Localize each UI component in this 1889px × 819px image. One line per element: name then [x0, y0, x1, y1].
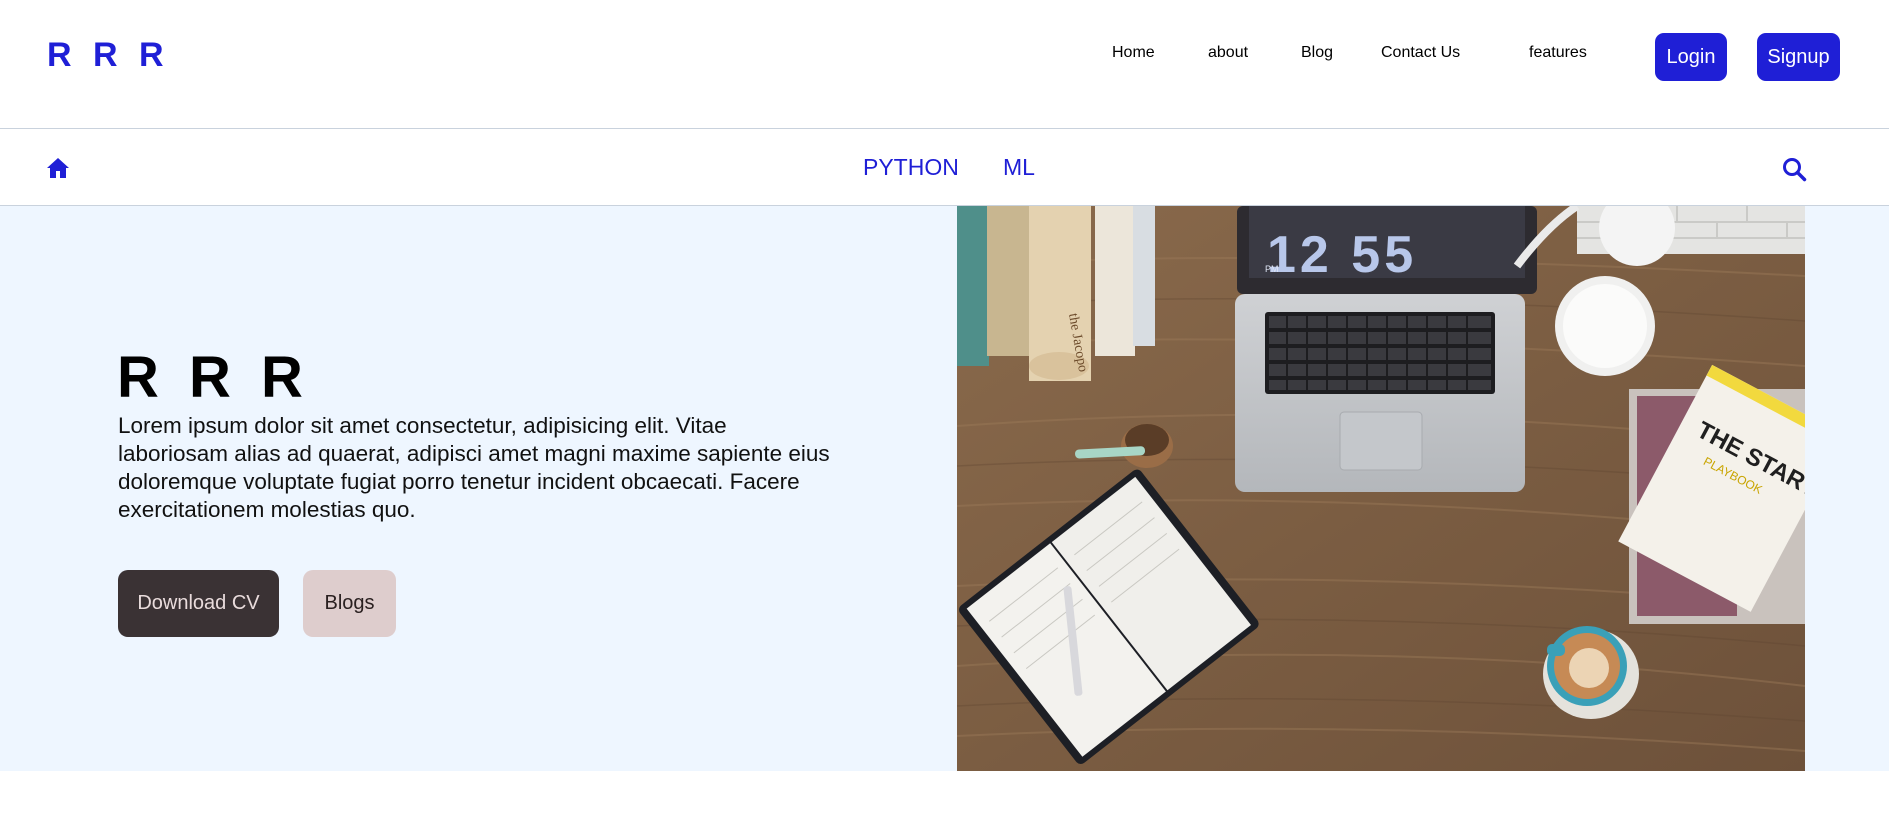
signup-button[interactable]: Signup	[1757, 33, 1840, 81]
top-navbar: R R R Home about Blog Contact Us feature…	[0, 0, 1889, 129]
nav-contact-link[interactable]: Contact Us	[1381, 44, 1460, 62]
nav-blog-link[interactable]: Blog	[1301, 44, 1333, 62]
nav-home-link[interactable]: Home	[1112, 44, 1155, 62]
category-ml-link[interactable]: ML	[1003, 154, 1035, 181]
hero-title: R R R	[117, 345, 310, 410]
download-cv-button[interactable]: Download CV	[118, 570, 279, 637]
category-python-link[interactable]: PYTHON	[863, 154, 959, 181]
desk-illustration: the Jacopo 12 55 PM THE STARTUP PLAYBOOK	[957, 206, 1805, 771]
laptop-clock-ampm: PM	[1265, 264, 1279, 274]
nav-about-link[interactable]: about	[1208, 44, 1248, 62]
hero-desk-image: the Jacopo 12 55 PM THE STARTUP PLAYBOOK	[957, 206, 1805, 771]
category-bar: PYTHON ML	[0, 130, 1889, 206]
hero-description: Lorem ipsum dolor sit amet consectetur, …	[118, 413, 830, 522]
site-logo[interactable]: R R R	[47, 36, 170, 75]
nav-features-link[interactable]: features	[1529, 44, 1587, 62]
search-icon[interactable]	[1782, 157, 1807, 182]
home-icon[interactable]	[46, 157, 70, 179]
blogs-button[interactable]: Blogs	[303, 570, 396, 637]
login-button[interactable]: Login	[1655, 33, 1727, 81]
hero-section: R R R Lorem ipsum dolor sit amet consect…	[0, 206, 1889, 771]
laptop-clock: 12 55	[1267, 226, 1417, 284]
